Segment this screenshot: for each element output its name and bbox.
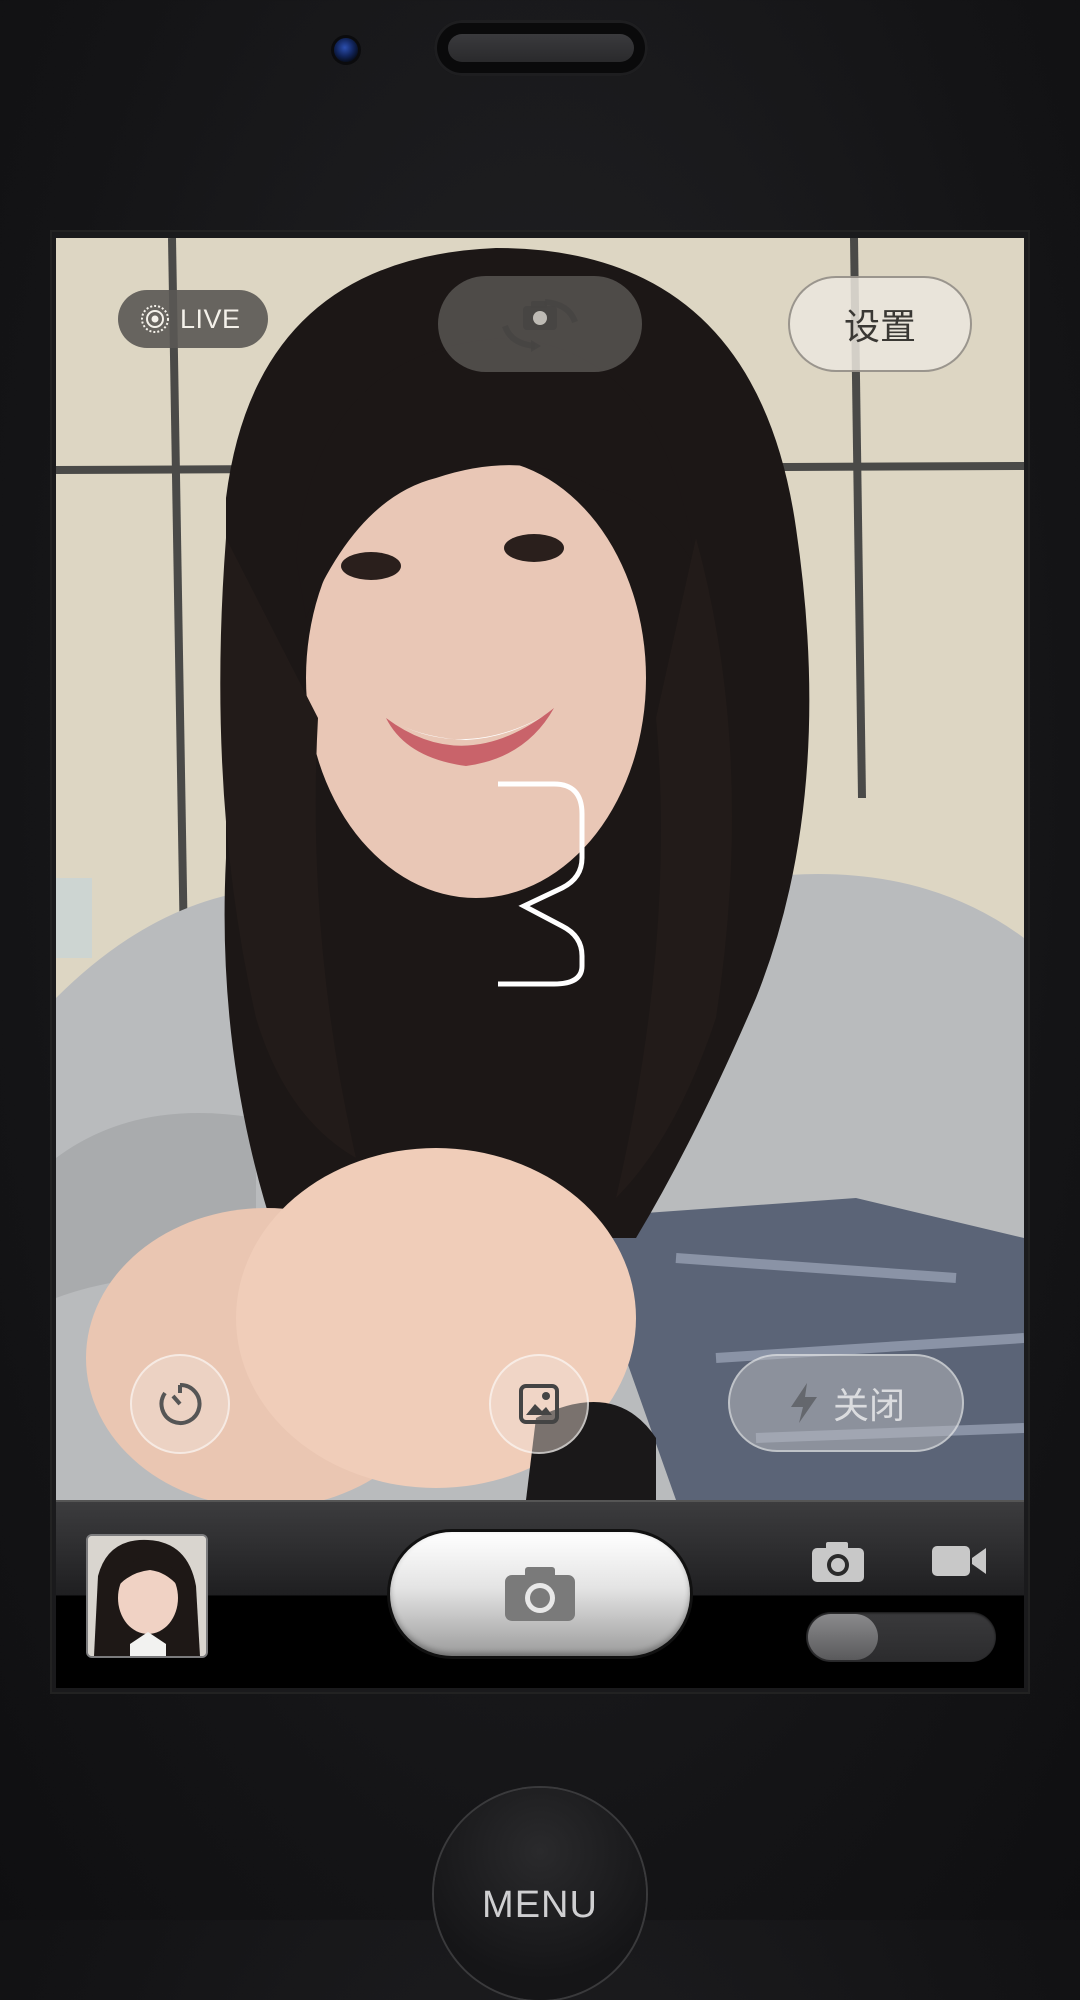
gallery-button[interactable]: [489, 1354, 589, 1454]
toggle-knob[interactable]: [808, 1614, 878, 1660]
last-photo-thumbnail[interactable]: [86, 1534, 208, 1658]
earpiece-speaker: [434, 20, 648, 76]
gallery-icon: [519, 1384, 559, 1424]
shutter-button[interactable]: [390, 1532, 690, 1656]
video-mode-icon: [932, 1546, 986, 1576]
video-mode-button[interactable]: [930, 1542, 988, 1585]
flip-camera-button[interactable]: [438, 276, 642, 372]
countdown-number: [498, 781, 585, 987]
flash-label: 关闭: [832, 1385, 905, 1426]
menu-button[interactable]: MENU: [434, 1788, 646, 2000]
settings-label: 设置: [843, 306, 916, 347]
camera-viewfinder[interactable]: [56, 238, 1024, 1500]
camera-icon: [505, 1567, 575, 1621]
live-photo-icon: [141, 305, 169, 333]
timer-button[interactable]: [130, 1354, 230, 1454]
photo-mode-icon: [812, 1542, 864, 1582]
photo-mode-button[interactable]: [810, 1540, 866, 1589]
live-label: LIVE: [180, 303, 241, 334]
flash-toggle-button[interactable]: 关闭: [728, 1354, 964, 1452]
flash-icon: [790, 1383, 817, 1423]
front-camera: [334, 38, 358, 62]
settings-button[interactable]: 设置: [788, 276, 972, 372]
menu-label: MENU: [482, 1884, 598, 1926]
photo-video-toggle[interactable]: [806, 1612, 996, 1662]
camera-flip-icon: [502, 299, 578, 352]
timer-icon: [159, 1382, 202, 1425]
live-photo-button[interactable]: LIVE: [118, 290, 268, 348]
